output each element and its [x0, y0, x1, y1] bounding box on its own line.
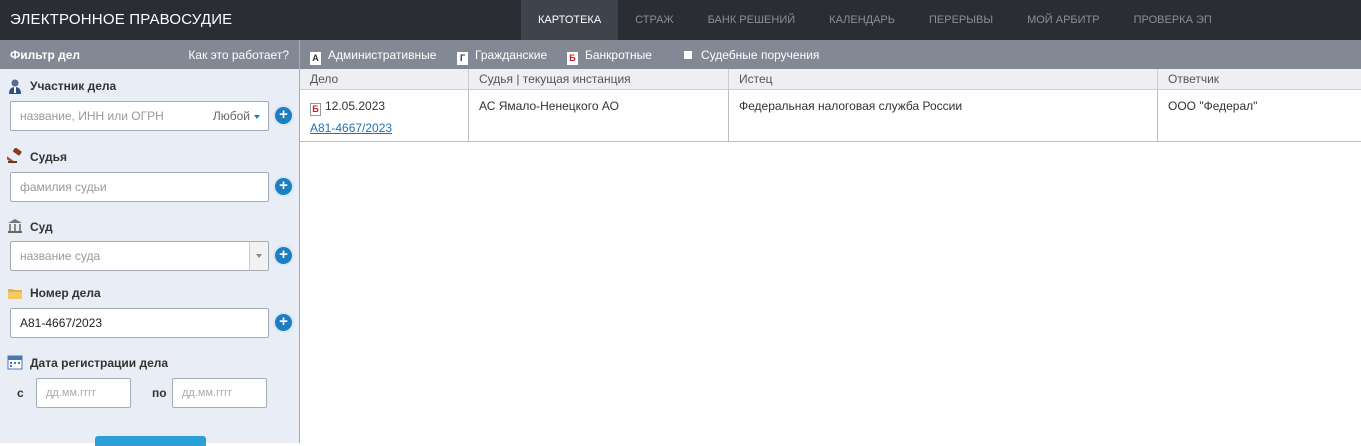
nav-breaks[interactable]: ПЕРЕРЫВЫ: [912, 0, 1010, 40]
judge-cell: АС Ямало-Ненецкого АО: [469, 90, 729, 141]
sidebar-header: Фильтр дел Как это работает?: [0, 40, 299, 69]
nav-bank-decisions[interactable]: БАНК РЕШЕНИЙ: [691, 0, 813, 40]
court-orders-checkbox[interactable]: [684, 51, 692, 59]
civil-icon: Г: [457, 52, 468, 65]
courthouse-icon: [8, 219, 22, 233]
date-to-label: по: [152, 386, 167, 400]
date-from-input[interactable]: дд.мм.гггг: [36, 378, 131, 408]
add-case-number-button[interactable]: +: [275, 314, 292, 331]
filter-court-orders[interactable]: Судебные поручения: [684, 48, 819, 62]
find-button[interactable]: [95, 436, 206, 446]
folder-icon: [8, 289, 22, 299]
filter-bankruptcy-label: Банкротные: [585, 48, 652, 62]
filter-court-orders-label: Судебные поручения: [701, 48, 820, 62]
court-label: Суд: [30, 220, 53, 234]
nav-strazh[interactable]: СТРАЖ: [618, 0, 690, 40]
bankruptcy-case-icon: Б: [310, 103, 321, 116]
add-participant-button[interactable]: +: [275, 107, 292, 124]
judge-placeholder: фамилия судьи: [20, 180, 107, 194]
gavel-icon: [7, 148, 22, 164]
sidebar-title: Фильтр дел: [10, 48, 81, 62]
judge-input[interactable]: фамилия судьи: [10, 172, 269, 202]
date-from-label: с: [17, 386, 24, 400]
defendant-cell: ООО "Федерал": [1168, 99, 1258, 113]
column-case: Дело: [300, 69, 469, 90]
date-to-placeholder: дд.мм.гггг: [182, 387, 233, 399]
filter-bankruptcy[interactable]: Б Банкротные: [567, 48, 652, 65]
filter-administrative-label: Административные: [328, 48, 437, 62]
judge-label: Судья: [30, 150, 68, 164]
nav-calendar[interactable]: КАЛЕНДАРЬ: [812, 0, 912, 40]
nav-kartoteka[interactable]: КАРТОТЕКА: [521, 0, 619, 40]
administrative-icon: А: [310, 52, 321, 65]
case-type-filter-bar: А Административные Г Гражданские Б Банкротн…: [300, 40, 1361, 69]
case-date: 12.05.2023: [325, 99, 386, 113]
chevron-down-icon[interactable]: [249, 242, 268, 270]
date-to-input[interactable]: дд.мм.гггг: [172, 378, 267, 408]
case-number-value: А81-4667/2023: [20, 316, 103, 330]
add-court-button[interactable]: +: [275, 247, 292, 264]
person-icon: [9, 79, 21, 94]
case-number-input[interactable]: А81-4667/2023: [10, 308, 269, 338]
filter-civil-label: Гражданские: [475, 48, 548, 62]
participant-label: Участник дела: [30, 79, 117, 93]
main-nav: КАРТОТЕКА СТРАЖ БАНК РЕШЕНИЙ КАЛЕНДАРЬ П…: [521, 0, 1229, 40]
table-row: Б 12.05.2023 А81-4667/2023 АС Ямало-Ненец…: [300, 90, 1361, 142]
participant-input[interactable]: название, ИНН или ОГРН Любой: [10, 101, 269, 131]
case-cell: Б 12.05.2023 А81-4667/2023: [300, 90, 469, 141]
court-placeholder: название суда: [20, 249, 101, 263]
results-table-header: Дело Судья | текущая инстанция Истец Отв…: [300, 69, 1361, 90]
nav-check-signature[interactable]: ПРОВЕРКА ЭП: [1117, 0, 1229, 40]
add-judge-button[interactable]: +: [275, 178, 292, 195]
court-select[interactable]: название суда: [10, 241, 269, 271]
calendar-icon: [7, 355, 23, 370]
nav-my-arbiter[interactable]: МОЙ АРБИТР: [1010, 0, 1117, 40]
column-judge: Судья | текущая инстанция: [469, 69, 729, 90]
participant-role-select[interactable]: Любой: [213, 102, 260, 130]
column-defendant: Ответчик: [1168, 72, 1220, 86]
top-bar: ЭЛЕКТРОННОЕ ПРАВОСУДИЕ КАРТОТЕКА СТРАЖ Б…: [0, 0, 1361, 40]
column-plaintiff: Истец: [729, 69, 1158, 90]
filter-civil[interactable]: Г Гражданские: [457, 48, 547, 65]
brand-title[interactable]: ЭЛЕКТРОННОЕ ПРАВОСУДИЕ: [10, 11, 232, 28]
bankruptcy-icon: Б: [567, 52, 578, 65]
filter-administrative[interactable]: А Административные: [310, 48, 436, 65]
participant-placeholder: название, ИНН или ОГРН: [20, 109, 164, 123]
filter-sidebar: Фильтр дел Как это работает? Участник де…: [0, 40, 300, 446]
reg-date-label: Дата регистрации дела: [30, 356, 169, 370]
date-from-placeholder: дд.мм.гггг: [46, 387, 97, 399]
plaintiff-cell: Федеральная налоговая служба России: [729, 90, 1158, 141]
case-number-label: Номер дела: [30, 286, 101, 300]
case-number-link[interactable]: А81-4667/2023: [310, 121, 458, 135]
help-link[interactable]: Как это работает?: [188, 48, 289, 62]
